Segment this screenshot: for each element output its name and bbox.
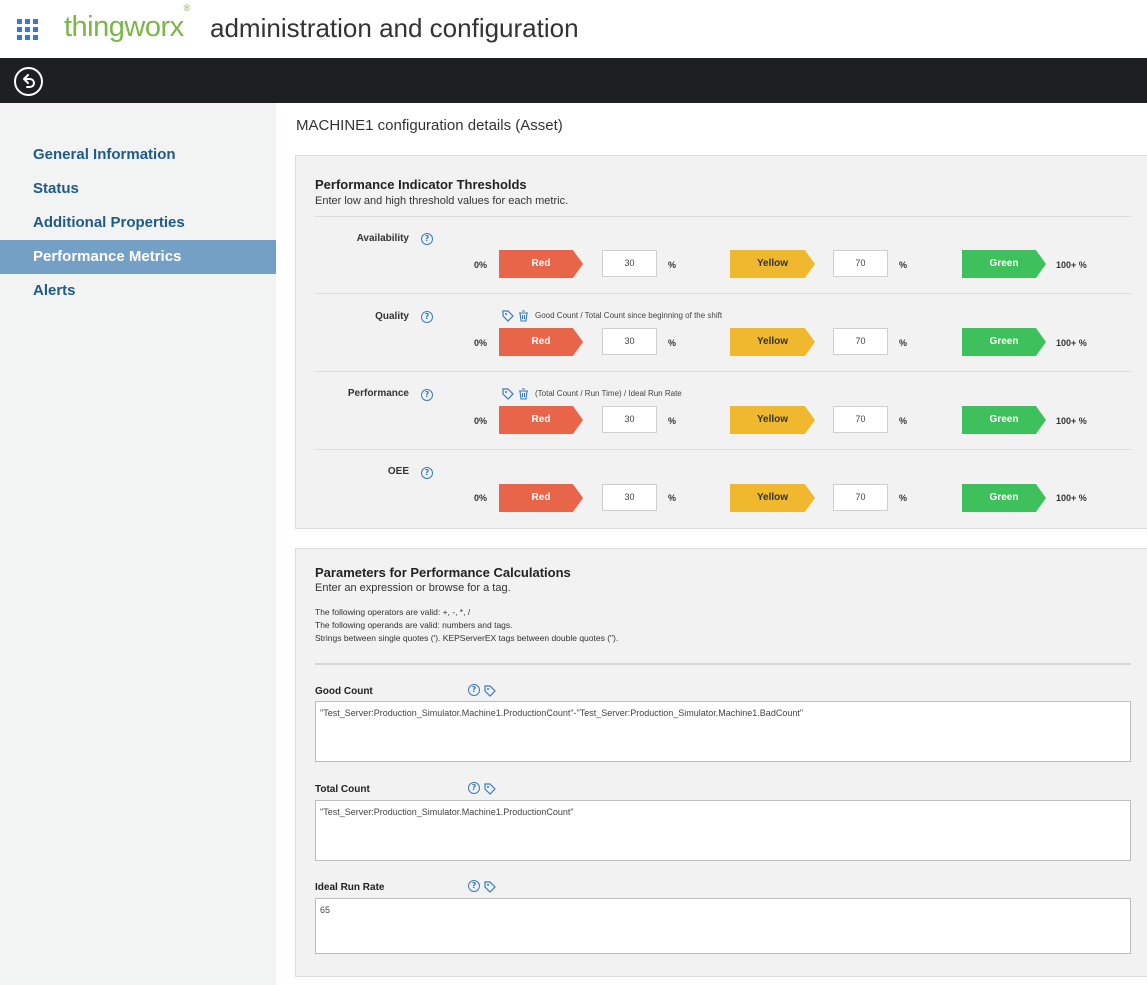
low-bound-label: 0%	[474, 338, 488, 348]
good-count-expression-field[interactable]: "Test_Server:Production_Simulator.Machin…	[315, 701, 1131, 762]
help-icon[interactable]: ?	[421, 233, 433, 245]
parameters-notes: The following operators are valid: +, -,…	[315, 606, 618, 645]
high-bound-label: 100+ %	[1056, 338, 1087, 348]
app-title: administration and configuration	[210, 13, 579, 43]
ideal-run-rate-expression-field[interactable]: 65	[315, 898, 1131, 954]
low-bound-label: 0%	[474, 260, 488, 270]
unit-label: %	[899, 416, 908, 426]
green-zone-button[interactable]: Green	[962, 250, 1046, 278]
divider	[315, 371, 1131, 372]
formula-row: (Total Count / Run Time) / Ideal Run Rat…	[502, 388, 902, 402]
app-header: thingworx® administration and configurat…	[0, 0, 1147, 58]
yellow-zone-button[interactable]: Yellow	[730, 484, 815, 512]
sidebar-item-general-information[interactable]: General Information	[0, 138, 276, 172]
brand-logo: thingworx®	[64, 3, 190, 43]
tag-icon[interactable]	[484, 783, 496, 795]
yellow-zone-button[interactable]: Yellow	[730, 328, 815, 356]
note-line: The following operators are valid: +, -,…	[315, 607, 471, 617]
trash-icon[interactable]	[518, 310, 529, 322]
formula-text: (Total Count / Run Time) / Ideal Run Rat…	[535, 389, 682, 398]
red-zone-button[interactable]: Red	[499, 250, 583, 278]
nav-bar	[0, 58, 1147, 103]
help-icon[interactable]: ?	[468, 684, 480, 696]
note-line: Strings between single quotes ('). KEPSe…	[315, 633, 619, 643]
help-icon[interactable]: ?	[421, 389, 433, 401]
yellow-zone-button[interactable]: Yellow	[730, 406, 815, 434]
high-threshold-input[interactable]: 70	[833, 328, 888, 355]
low-threshold-input[interactable]: 30	[602, 328, 657, 355]
divider	[315, 216, 1131, 217]
parameters-title: Parameters for Performance Calculations	[315, 565, 571, 580]
green-zone-button[interactable]: Green	[962, 406, 1046, 434]
help-icon[interactable]: ?	[421, 467, 433, 479]
red-zone-button[interactable]: Red	[499, 328, 583, 356]
sidebar: General Information Status Additional Pr…	[0, 103, 276, 985]
unit-label: %	[899, 260, 908, 270]
high-bound-label: 100+ %	[1056, 493, 1087, 503]
metric-label: Performance	[347, 388, 409, 399]
thresholds-title: Performance Indicator Thresholds	[315, 177, 527, 192]
help-icon[interactable]: ?	[468, 782, 480, 794]
metric-label: OEE	[387, 466, 409, 477]
divider	[315, 449, 1131, 450]
formula-text: Good Count / Total Count since beginning…	[535, 311, 723, 320]
apps-grid-icon[interactable]	[17, 19, 38, 40]
field-label-total-count: Total Count	[315, 784, 370, 795]
parameters-subtitle: Enter an expression or browse for a tag.	[315, 582, 511, 594]
low-threshold-input[interactable]: 30	[602, 250, 657, 277]
red-zone-button[interactable]: Red	[499, 406, 583, 434]
tag-icon[interactable]	[484, 685, 496, 697]
note-line: The following operands are valid: number…	[315, 620, 513, 630]
low-threshold-input[interactable]: 30	[602, 406, 657, 433]
unit-label: %	[668, 260, 677, 270]
parameters-panel: Parameters for Performance Calculations …	[295, 548, 1147, 977]
low-bound-label: 0%	[474, 416, 488, 426]
green-zone-button[interactable]: Green	[962, 484, 1046, 512]
low-bound-label: 0%	[474, 493, 488, 503]
help-icon[interactable]: ?	[468, 880, 480, 892]
high-threshold-input[interactable]: 70	[833, 484, 888, 511]
divider	[315, 663, 1131, 665]
high-threshold-input[interactable]: 70	[833, 406, 888, 433]
high-bound-label: 100+ %	[1056, 416, 1087, 426]
divider	[315, 293, 1131, 294]
unit-label: %	[899, 338, 908, 348]
metric-label: Quality	[375, 311, 409, 322]
tag-icon[interactable]	[484, 881, 496, 893]
high-bound-label: 100+ %	[1056, 260, 1087, 270]
help-icon[interactable]: ?	[421, 311, 433, 323]
metric-label: Availability	[356, 233, 409, 244]
thresholds-panel: Performance Indicator Thresholds Enter l…	[295, 155, 1147, 529]
tag-icon[interactable]	[502, 388, 514, 400]
page-title: MACHINE1 configuration details (Asset)	[296, 117, 563, 134]
tag-icon[interactable]	[502, 310, 514, 322]
unit-label: %	[668, 493, 677, 503]
field-label-ideal-run-rate: Ideal Run Rate	[315, 882, 385, 893]
green-zone-button[interactable]: Green	[962, 328, 1046, 356]
sidebar-item-status[interactable]: Status	[0, 172, 276, 206]
red-zone-button[interactable]: Red	[499, 484, 583, 512]
unit-label: %	[668, 338, 677, 348]
formula-row: Good Count / Total Count since beginning…	[502, 310, 902, 324]
unit-label: %	[668, 416, 677, 426]
back-icon[interactable]	[14, 67, 43, 96]
total-count-expression-field[interactable]: "Test_Server:Production_Simulator.Machin…	[315, 800, 1131, 861]
thresholds-subtitle: Enter low and high threshold values for …	[315, 195, 569, 207]
low-threshold-input[interactable]: 30	[602, 484, 657, 511]
trash-icon[interactable]	[518, 388, 529, 400]
field-label-good-count: Good Count	[315, 686, 373, 697]
sidebar-item-additional-properties[interactable]: Additional Properties	[0, 206, 276, 240]
yellow-zone-button[interactable]: Yellow	[730, 250, 815, 278]
unit-label: %	[899, 493, 908, 503]
high-threshold-input[interactable]: 70	[833, 250, 888, 277]
sidebar-item-performance-metrics[interactable]: Performance Metrics	[0, 240, 276, 274]
sidebar-item-alerts[interactable]: Alerts	[0, 274, 276, 308]
